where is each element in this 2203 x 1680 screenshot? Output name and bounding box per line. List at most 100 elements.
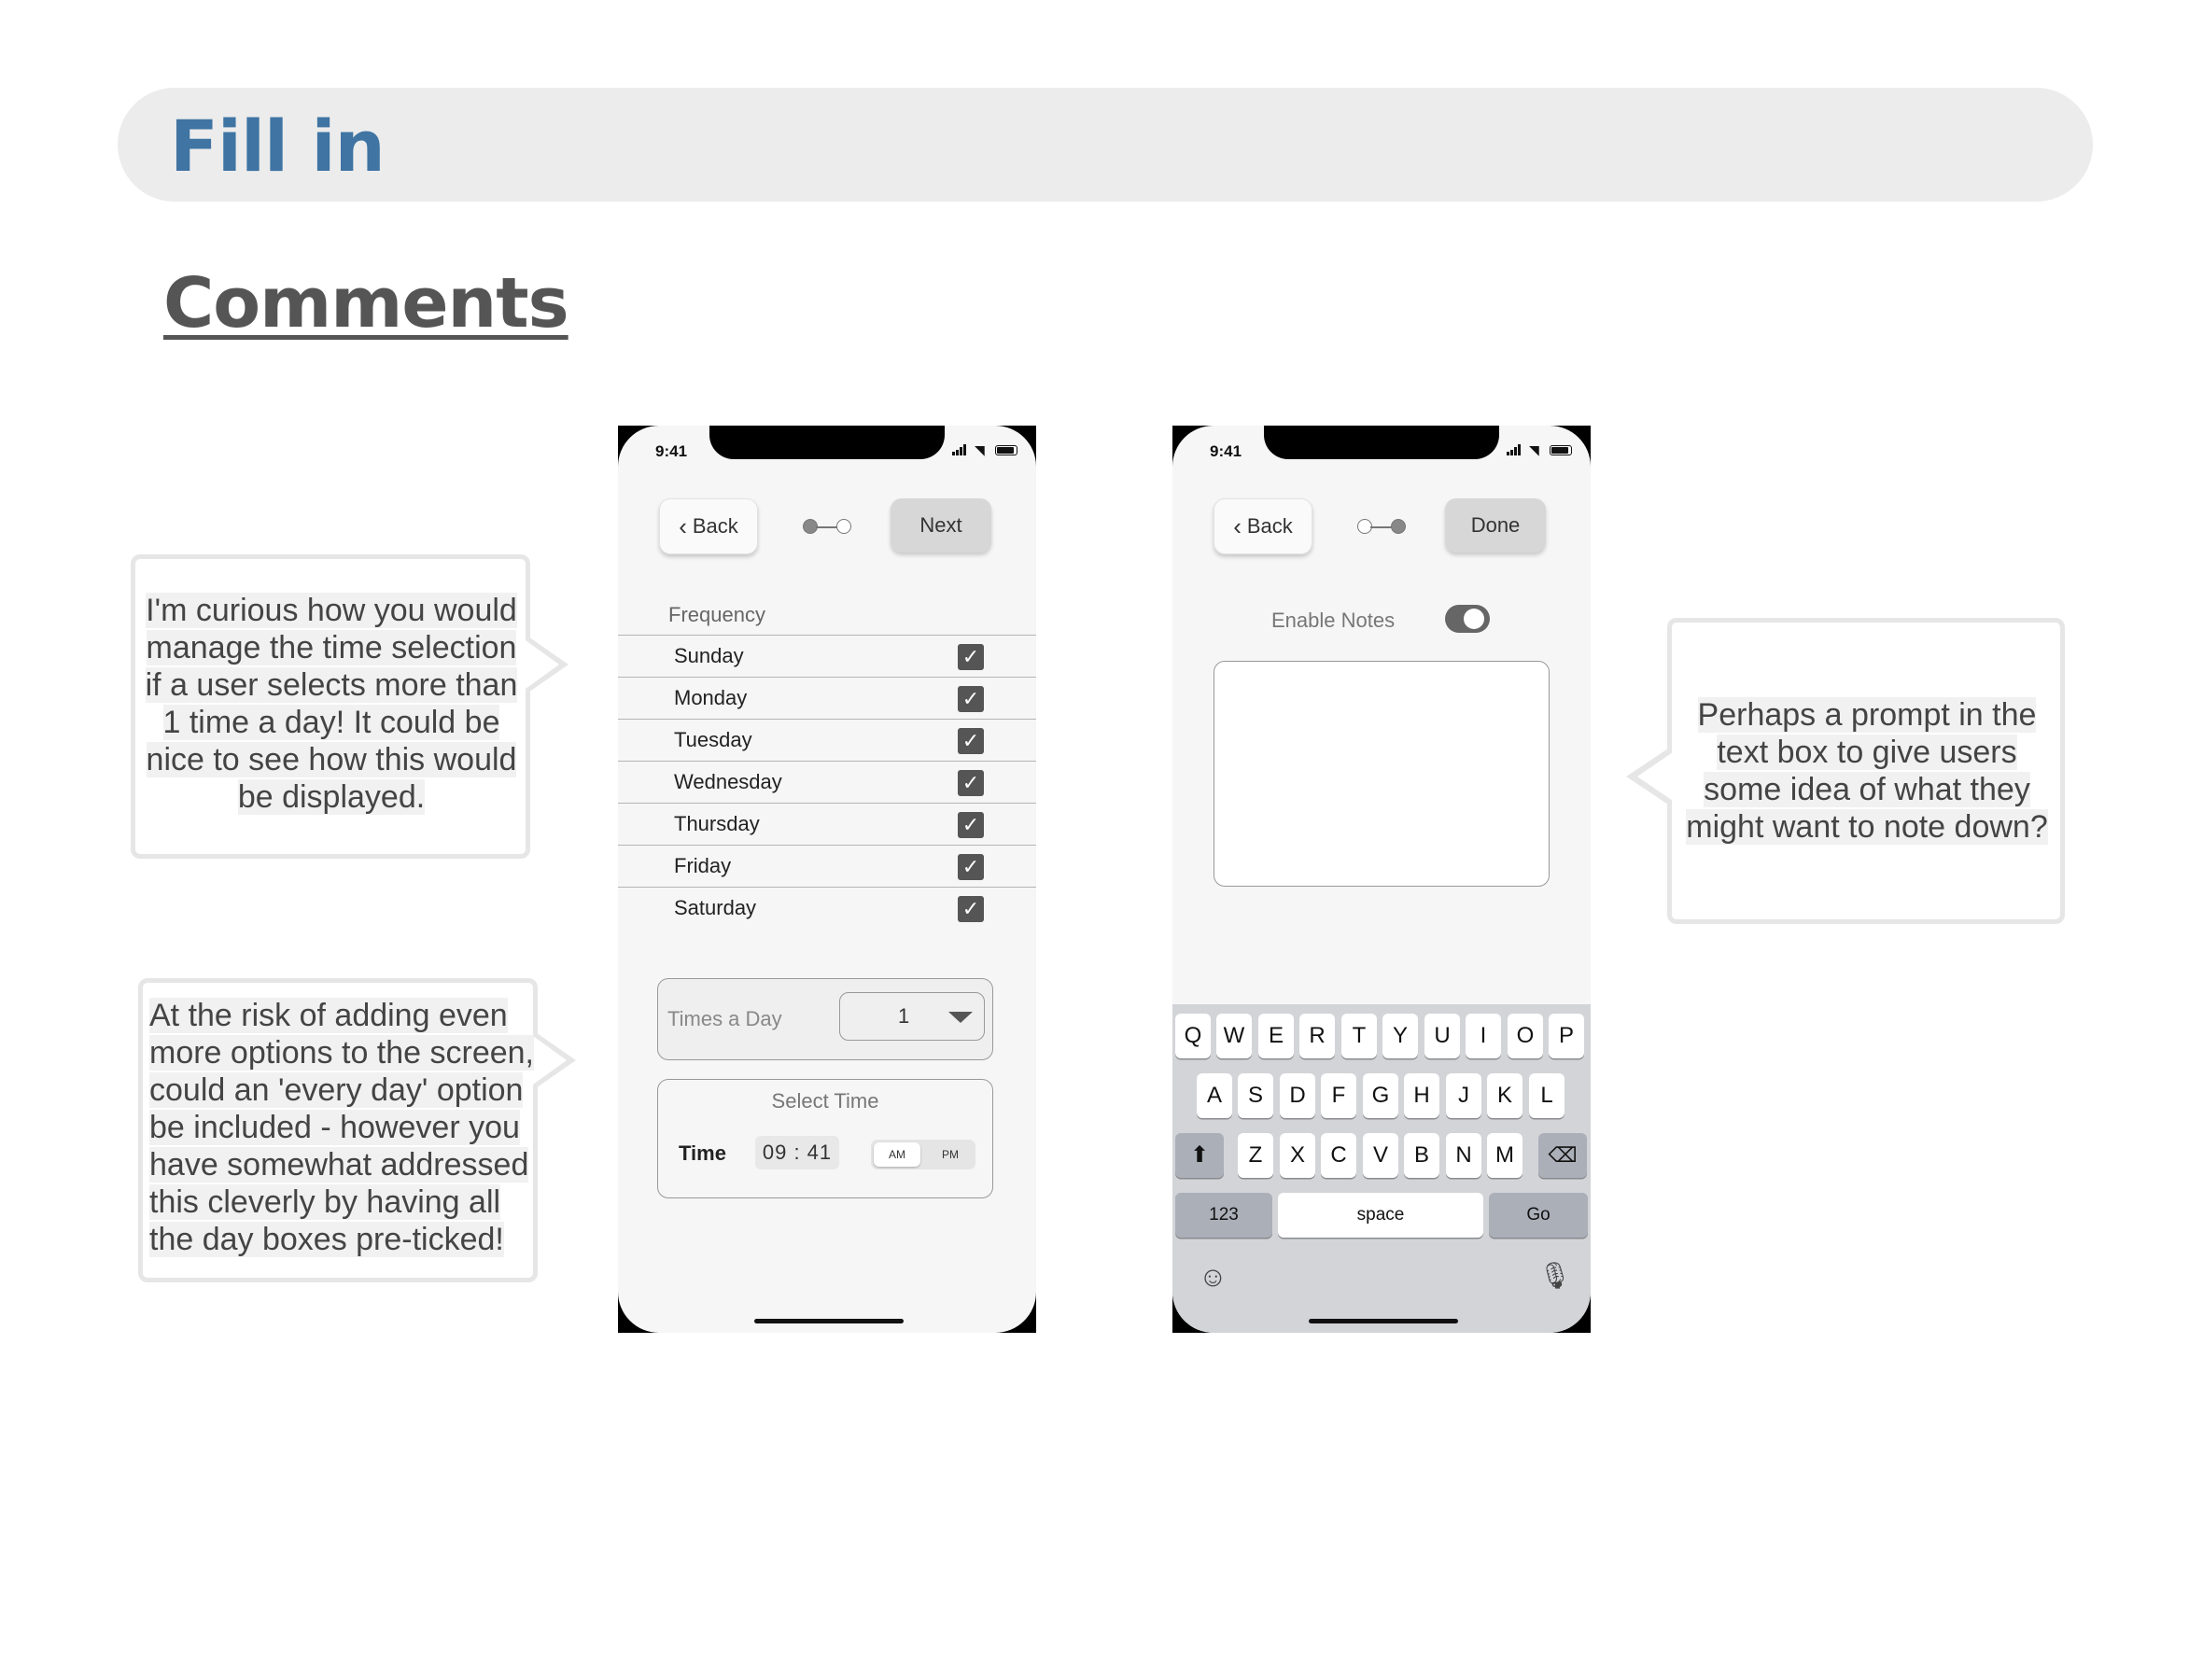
enable-notes-toggle[interactable] [1445,605,1490,633]
phone-screen: 9:41 ◥ ‹ Back Done Enable Notes Q W E R … [1172,426,1591,1333]
pm-option[interactable]: PM [927,1142,974,1167]
select-time-panel: Select Time Time 09 : 41 AM PM [657,1079,993,1198]
status-time: 9:41 [1210,442,1242,460]
done-button[interactable]: Done [1445,498,1546,553]
checkbox-checked[interactable]: ✓ [958,896,984,922]
home-indicator [1309,1319,1458,1323]
key-k[interactable]: K [1487,1073,1522,1118]
battery-icon [1550,444,1572,455]
key-t[interactable]: T [1341,1014,1377,1058]
checkbox-checked[interactable]: ✓ [958,770,984,796]
wifi-icon: ◥ [1529,442,1539,457]
key-p[interactable]: P [1549,1014,1584,1058]
key-a[interactable]: A [1197,1073,1232,1118]
notch [709,426,945,459]
frequency-label: Frequency [668,603,765,626]
key-n[interactable]: N [1446,1133,1481,1178]
page-title: Fill in [170,105,386,188]
phone-screen: 9:41 ◥ ‹ Back Next Frequency Sunday ✓ Mo… [618,426,1036,1333]
key-y[interactable]: Y [1382,1014,1418,1058]
checkbox-checked[interactable]: ✓ [958,644,984,670]
on-screen-keyboard: Q W E R T Y U I O P A S D F G H J K L ⬆ … [1172,1004,1591,1333]
home-indicator [754,1319,904,1323]
key-v[interactable]: V [1363,1133,1398,1178]
back-button[interactable]: ‹ Back [1214,498,1312,554]
back-button[interactable]: ‹ Back [659,498,758,554]
times-a-day-label: Times a Day [667,1007,782,1030]
shift-icon: ⬆ [1189,1142,1210,1168]
status-icons: ◥ [952,442,1017,457]
time-input[interactable]: 09 : 41 [755,1136,839,1169]
space-key[interactable]: space [1278,1193,1483,1238]
am-pm-toggle[interactable]: AM PM [871,1140,975,1169]
chevron-down-icon [948,1012,973,1023]
key-o[interactable]: O [1508,1014,1543,1058]
key-g[interactable]: G [1363,1073,1398,1118]
toggle-knob [1464,609,1484,629]
key-s[interactable]: S [1238,1073,1273,1118]
key-z[interactable]: Z [1238,1133,1273,1178]
day-row-thursday[interactable]: Thursday ✓ [618,803,1036,846]
times-a-day-dropdown[interactable]: 1 [839,992,985,1041]
key-r[interactable]: R [1299,1014,1335,1058]
checkbox-checked[interactable]: ✓ [958,812,984,838]
day-row-sunday[interactable]: Sunday ✓ [618,635,1036,678]
signal-icon [952,444,969,455]
key-e[interactable]: E [1258,1014,1294,1058]
numbers-key[interactable]: 123 [1175,1193,1272,1238]
step-dot-inactive [836,519,851,534]
key-f[interactable]: F [1321,1073,1356,1118]
wifi-icon: ◥ [975,442,985,457]
step-indicator [803,519,853,536]
shift-key[interactable]: ⬆ [1175,1133,1224,1178]
day-row-tuesday[interactable]: Tuesday ✓ [618,719,1036,762]
day-row-wednesday[interactable]: Wednesday ✓ [618,761,1036,804]
times-a-day-field: Times a Day 1 [657,978,993,1060]
day-row-friday[interactable]: Friday ✓ [618,845,1036,888]
comment-text-3: Perhaps a prompt in the text box to give… [1686,697,2048,845]
phone-notes-screen: 9:41 ◥ ‹ Back Done Enable Notes Q W E R … [1172,426,1591,1333]
checkbox-checked[interactable]: ✓ [958,686,984,712]
key-j[interactable]: J [1446,1073,1481,1118]
checkbox-checked[interactable]: ✓ [958,728,984,754]
key-l[interactable]: L [1529,1073,1565,1118]
comment-text-1: I'm curious how you would manage the tim… [145,593,518,815]
next-button[interactable]: Next [891,498,991,553]
emoji-icon[interactable]: ☺ [1199,1262,1228,1294]
key-d[interactable]: D [1280,1073,1315,1118]
select-time-label: Select Time [771,1089,879,1113]
backspace-icon: ⌫ [1548,1143,1578,1167]
chevron-left-icon: ‹ [1233,512,1242,540]
phone-frequency-screen: 9:41 ◥ ‹ Back Next Frequency Sunday ✓ Mo… [618,426,1036,1333]
status-time: 9:41 [655,442,688,460]
key-x[interactable]: X [1280,1133,1315,1178]
signal-icon [1507,444,1523,455]
key-c[interactable]: C [1321,1133,1356,1178]
status-icons: ◥ [1507,442,1572,457]
backspace-key[interactable]: ⌫ [1538,1133,1587,1178]
chevron-left-icon: ‹ [679,512,687,540]
key-u[interactable]: U [1424,1014,1460,1058]
step-dot-active [1391,519,1406,534]
key-q[interactable]: Q [1175,1014,1211,1058]
key-b[interactable]: B [1404,1133,1439,1178]
notch [1264,426,1499,459]
step-indicator [1357,519,1408,536]
key-w[interactable]: W [1216,1014,1252,1058]
key-i[interactable]: I [1466,1014,1501,1058]
notes-textarea[interactable] [1214,661,1550,887]
key-h[interactable]: H [1404,1073,1439,1118]
comments-heading: Comments [163,263,569,343]
am-option[interactable]: AM [874,1142,920,1167]
enable-notes-label: Enable Notes [1271,609,1396,632]
day-row-monday[interactable]: Monday ✓ [618,677,1036,720]
day-row-saturday[interactable]: Saturday ✓ [618,887,1036,930]
comment-text-2: At the risk of adding even more options … [149,998,535,1257]
header-bar: Fill in [118,88,2093,202]
microphone-icon[interactable]: 🎙 [1538,1260,1572,1291]
key-m[interactable]: M [1487,1133,1522,1178]
time-label: Time [679,1141,726,1165]
checkbox-checked[interactable]: ✓ [958,854,984,880]
battery-icon [995,444,1017,455]
go-key[interactable]: Go [1489,1193,1588,1238]
